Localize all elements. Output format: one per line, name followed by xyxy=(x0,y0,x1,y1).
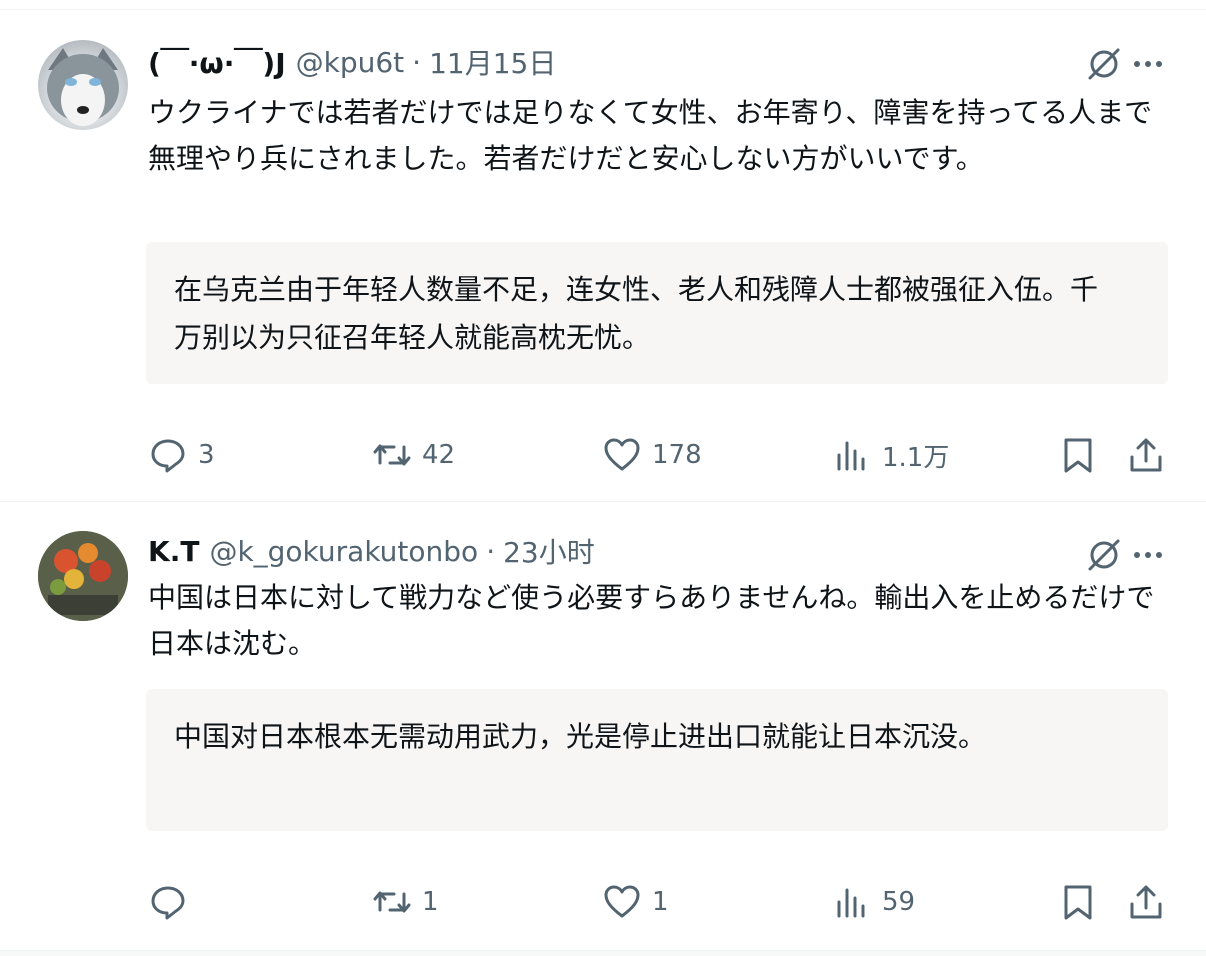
post[interactable]: (￣·ω·￣)J @kpu6t · 11月15日 ウクライナでは若者だけでは足り… xyxy=(0,10,1206,502)
views-count: 1.1万 xyxy=(882,442,950,473)
repost-icon xyxy=(373,891,411,913)
views-count: 59 xyxy=(882,887,916,917)
action-bar: 3 42 178 1.1万 xyxy=(0,430,1206,480)
translation-box: 中国对日本根本无需动用武力，光是停止进出口就能让日本沉没。 xyxy=(146,689,1168,831)
user-handle[interactable]: @k_gokurakutonbo xyxy=(209,535,478,568)
bookmark-button[interactable] xyxy=(1058,877,1098,927)
share-button[interactable] xyxy=(1126,877,1166,927)
flowers-avatar-icon xyxy=(38,531,128,621)
like-count: 178 xyxy=(652,440,702,470)
views-icon xyxy=(837,888,865,918)
husky-avatar-icon xyxy=(47,48,119,126)
share-icon xyxy=(1130,885,1162,919)
separator: · xyxy=(412,45,422,79)
bookmark-icon xyxy=(1064,885,1092,920)
post-header: (￣·ω·￣)J @kpu6t · 11月15日 xyxy=(148,42,556,82)
post[interactable]: K.T @k_gokurakutonbo · 23小时 中国は日本に対して戦力な… xyxy=(0,503,1206,951)
reply-icon xyxy=(151,886,185,920)
timestamp[interactable]: 23小时 xyxy=(503,531,595,571)
post-text: 中国は日本に対して戦力など使う必要すらありませんね。輸出入を止めるだけで日本は沈… xyxy=(148,581,1155,660)
like-button[interactable]: 1 xyxy=(602,877,669,927)
bookmark-icon xyxy=(1064,438,1092,473)
repost-icon xyxy=(373,444,411,466)
repost-button[interactable]: 42 xyxy=(372,430,455,480)
share-button[interactable] xyxy=(1126,430,1166,480)
grok-icon[interactable] xyxy=(1084,44,1124,84)
user-handle[interactable]: @kpu6t xyxy=(296,46,405,79)
like-count: 1 xyxy=(652,887,669,917)
like-button[interactable]: 178 xyxy=(602,430,702,480)
avatar[interactable] xyxy=(38,531,128,621)
more-icon[interactable] xyxy=(1128,44,1168,84)
top-divider xyxy=(0,0,1206,10)
post-text: ウクライナでは若者だけでは足りなくて女性、お年寄り、障害を持ってる人まで無理やり… xyxy=(148,96,1153,175)
views-icon xyxy=(837,441,865,471)
repost-count: 1 xyxy=(422,887,439,917)
like-icon xyxy=(604,438,640,471)
views-button[interactable]: 1.1万 xyxy=(832,430,949,480)
display-name[interactable]: K.T xyxy=(148,535,199,568)
views-button[interactable]: 59 xyxy=(832,877,915,927)
display-name[interactable]: (￣·ω·￣)J xyxy=(148,42,286,82)
bottom-divider xyxy=(0,951,1206,956)
bookmark-button[interactable] xyxy=(1058,430,1098,480)
grok-icon[interactable] xyxy=(1084,535,1124,575)
separator: · xyxy=(486,534,496,568)
reply-count: 3 xyxy=(198,440,215,470)
timestamp[interactable]: 11月15日 xyxy=(429,42,556,82)
translation-box: 在乌克兰由于年轻人数量不足，连女性、老人和残障人士都被强征入伍。千万别以为只征召… xyxy=(146,242,1168,384)
share-icon xyxy=(1130,438,1162,472)
reply-button[interactable] xyxy=(148,877,198,927)
avatar[interactable] xyxy=(38,40,128,130)
translation-text: 在乌克兰由于年轻人数量不足，连女性、老人和残障人士都被强征入伍。千万别以为只征召… xyxy=(174,273,1099,354)
like-icon xyxy=(604,885,640,918)
repost-count: 42 xyxy=(422,440,456,470)
repost-button[interactable]: 1 xyxy=(372,877,439,927)
translation-text: 中国对日本根本无需动用武力，光是停止进出口就能让日本沉没。 xyxy=(174,720,987,753)
reply-button[interactable]: 3 xyxy=(148,430,215,480)
more-icon[interactable] xyxy=(1128,535,1168,575)
action-bar: 1 1 59 xyxy=(0,877,1206,927)
post-header: K.T @k_gokurakutonbo · 23小时 xyxy=(148,531,595,571)
reply-icon xyxy=(151,439,185,473)
